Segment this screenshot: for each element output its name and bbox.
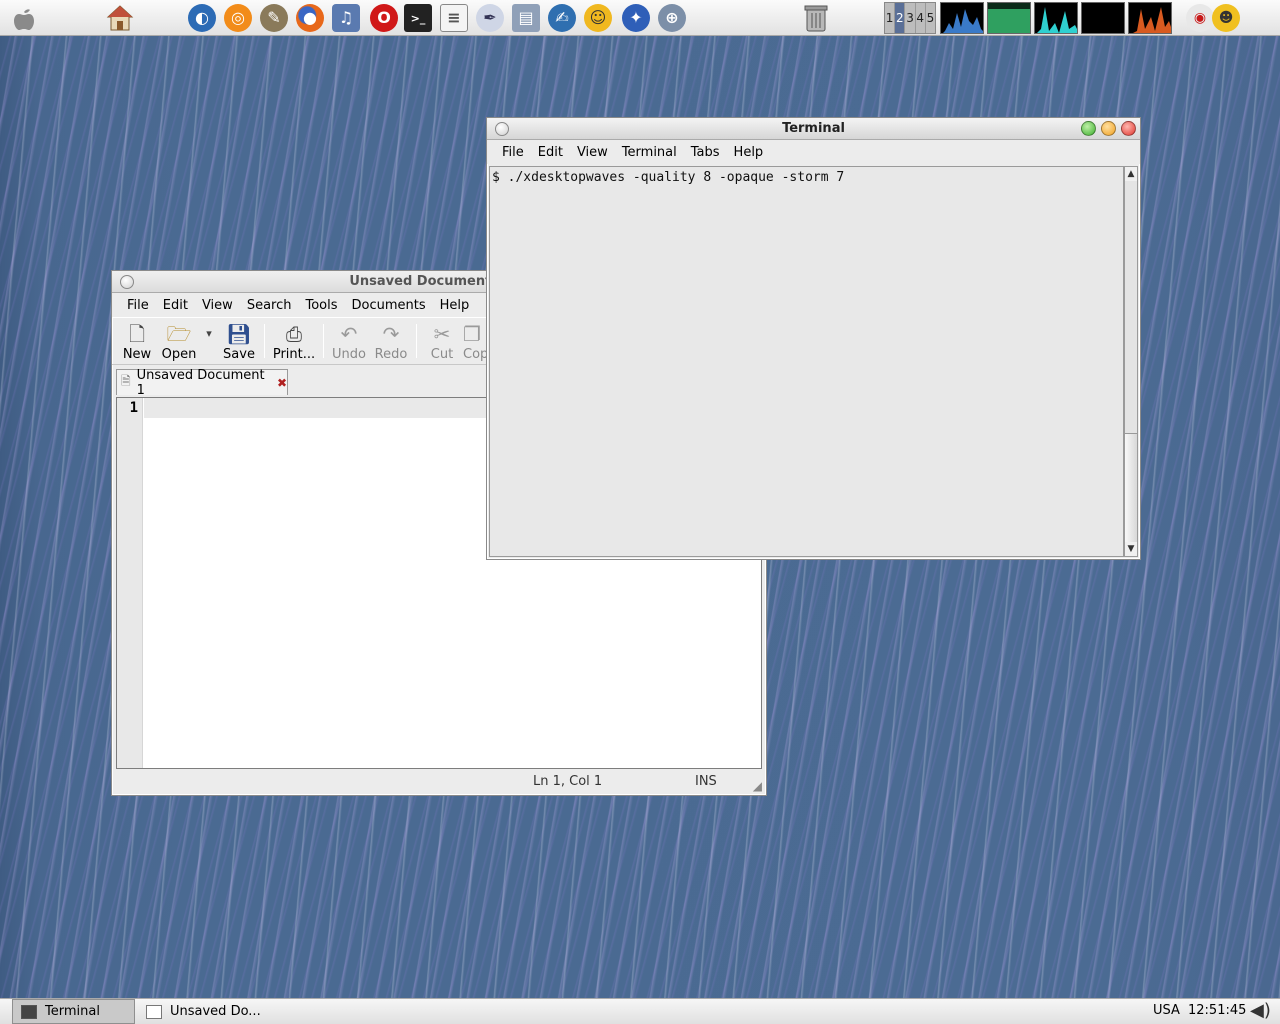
gimp-icon[interactable]: ✎ [258,2,290,34]
folder-icon: 🗁 [166,322,192,346]
open-button[interactable]: 🗁 Open [158,318,200,364]
bottom-panel: Terminal Unsaved Do... USA 12:51:45 ◀) [0,998,1280,1024]
opera-icon[interactable]: O [368,2,400,34]
cpu-monitor [940,2,984,34]
speaker-icon[interactable]: ◀) [1250,1000,1271,1021]
media-icon[interactable]: ♫ [330,2,362,34]
network-monitor [1034,2,1078,34]
minimize-button[interactable] [1101,121,1116,136]
task-gedit[interactable]: Unsaved Do... [138,999,288,1024]
menu-help[interactable]: Help [727,145,771,160]
quill-icon[interactable]: ✍ [546,2,578,34]
gedit-statusbar: Ln 1, Col 1 INS ◢ [116,771,762,793]
load-monitor [1128,2,1172,34]
fish-icon[interactable]: ◐ [186,2,218,34]
task-terminal[interactable]: Terminal [12,999,135,1024]
tab-unsaved-document-1[interactable]: 🗎 Unsaved Document 1 ✖ [116,368,288,398]
top-panel: ◐ ◎ ✎ ● ♫ O >_ ≡ ✒ ▤ ✍ ☺ ✦ ⊕ 1 2 3 4 5 ◉… [0,0,1280,36]
line-number-gutter: 1 [117,398,143,768]
cut-button[interactable]: ✂ Cut [421,318,463,364]
floppy-icon: 💾︎ [226,322,252,346]
scroll-down-icon[interactable]: ▼ [1125,542,1137,556]
menu-view[interactable]: View [570,145,615,160]
cursor-position: Ln 1, Col 1 [533,774,603,789]
terminal-menubar: File Edit View Terminal Tabs Help [487,140,1140,164]
terminal-scrollbar[interactable]: ▲ ▼ [1124,166,1138,557]
window-menu-icon[interactable] [120,275,134,289]
terminal-output[interactable]: $ ./xdesktopwaves -quality 8 -opaque -st… [489,166,1124,557]
keyboard-layout[interactable]: USA [1153,1003,1180,1018]
terminal-icon[interactable]: >_ [402,2,434,34]
menu-file[interactable]: File [120,298,156,313]
resize-grip-icon[interactable]: ◢ [753,779,762,793]
firefox-icon[interactable]: ● [294,2,326,34]
close-button[interactable] [1121,121,1136,136]
menu-tools[interactable]: Tools [298,298,344,313]
drawer-icon[interactable]: ▤ [510,2,542,34]
undo-button[interactable]: ↶ Undo [328,318,370,364]
redo-button[interactable]: ↷ Redo [370,318,412,364]
open-recent-dropdown[interactable]: ▾ [200,318,218,364]
workspace-2[interactable]: 2 [895,3,906,33]
messenger-icon[interactable]: ☺ [582,2,614,34]
home-icon[interactable] [104,2,136,34]
redo-icon: ↷ [382,322,400,346]
undo-icon: ↶ [340,322,358,346]
trash-icon[interactable] [800,2,832,34]
workspace-switcher[interactable]: 1 2 3 4 5 [884,2,936,34]
apple-menu-icon[interactable] [8,2,40,34]
toolbar-separator [264,324,265,358]
scroll-up-icon[interactable]: ▲ [1125,167,1137,181]
text-editor-icon [146,1004,162,1019]
pen-icon[interactable]: ✒ [474,2,506,34]
save-button[interactable]: 💾︎ Save [218,318,260,364]
scissors-icon: ✂ [433,322,451,346]
toolbar-separator [323,324,324,358]
menu-edit[interactable]: Edit [531,145,570,160]
terminal-icon [21,1004,37,1019]
toolbar-separator [416,324,417,358]
network-icon[interactable]: ✦ [620,2,652,34]
insert-mode: INS [695,774,717,789]
document-icon: 🗎 [121,374,131,388]
workspace-4[interactable]: 4 [916,3,926,33]
copy-icon: ❐ [463,322,481,346]
menu-tabs[interactable]: Tabs [684,145,727,160]
workspace-3[interactable]: 3 [905,3,916,33]
menu-help[interactable]: Help [433,298,477,313]
terminal-title: Terminal [782,121,845,136]
menu-edit[interactable]: Edit [156,298,195,313]
workspace-1[interactable]: 1 [885,3,896,33]
line-number: 1 [129,400,138,416]
workspace-5[interactable]: 5 [926,3,935,33]
close-tab-icon[interactable]: ✖ [277,376,287,390]
menu-file[interactable]: File [495,145,531,160]
maximize-button[interactable] [1081,121,1096,136]
memory-monitor [987,2,1031,34]
print-button[interactable]: ⎙ Print... [269,318,319,364]
chevron-down-icon: ▾ [206,327,212,340]
globe-icon[interactable]: ⊕ [656,2,688,34]
window-menu-icon[interactable] [495,122,509,136]
menu-view[interactable]: View [195,298,240,313]
terminal-window: Terminal File Edit View Terminal Tabs He… [486,117,1141,560]
scrollbar-thumb[interactable] [1125,433,1137,542]
new-document-icon: 🗋 [128,322,146,346]
printer-icon: ⎙ [286,322,302,346]
terminal-titlebar[interactable]: Terminal [487,118,1140,140]
menu-terminal[interactable]: Terminal [615,145,684,160]
swap-monitor [1081,2,1125,34]
new-button[interactable]: 🗋 New [116,318,158,364]
text-editor-icon[interactable]: ≡ [438,2,470,34]
blender-icon[interactable]: ◎ [222,2,254,34]
messenger-status-icon[interactable]: ☻ [1210,2,1242,34]
clock[interactable]: 12:51:45 [1188,1003,1246,1018]
menu-documents[interactable]: Documents [345,298,433,313]
menu-search[interactable]: Search [240,298,299,313]
